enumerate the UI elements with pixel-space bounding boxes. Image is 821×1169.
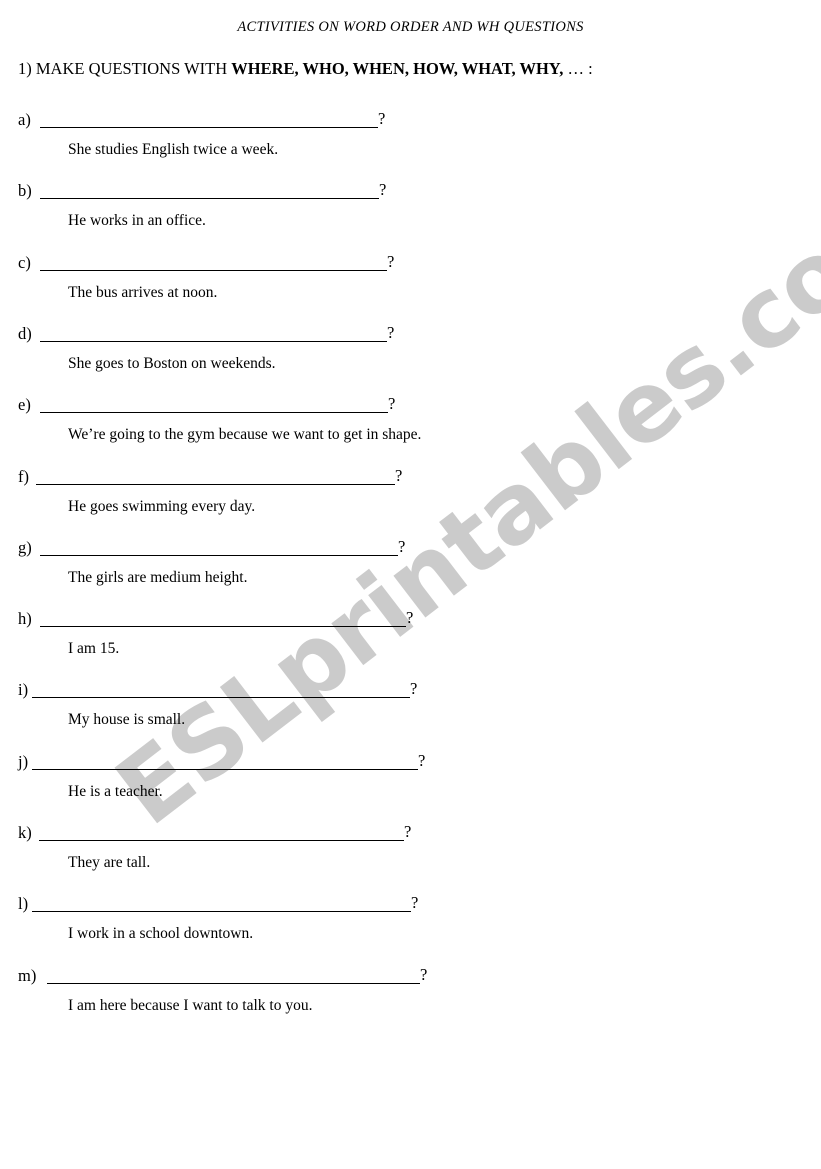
answer-blank-line[interactable] (32, 769, 418, 770)
answer-statement: He goes swimming every day. (68, 498, 256, 515)
question-label: i) (18, 680, 29, 699)
question-label: d) (18, 324, 32, 343)
question-mark: ? (418, 751, 426, 770)
answer-statement: We’re going to the gym because we want t… (68, 426, 422, 443)
answer-statement: My house is small. (68, 711, 186, 728)
question-label: f) (18, 467, 29, 486)
question-mark: ? (379, 180, 387, 199)
answer-statement: They are tall. (68, 854, 151, 871)
answer-statement: She goes to Boston on weekends. (68, 355, 276, 372)
question-label: l) (18, 894, 29, 913)
answer-statement: The girls are medium height. (68, 569, 248, 586)
answer-statement: I am here because I want to talk to you. (68, 997, 313, 1014)
answer-statement: I am 15. (68, 640, 120, 657)
answer-statement: The bus arrives at noon. (68, 284, 218, 301)
answer-blank-line[interactable] (36, 484, 395, 485)
question-label: k) (18, 823, 32, 842)
question-mark: ? (388, 394, 396, 413)
answer-blank-line[interactable] (40, 198, 379, 199)
answer-blank-line[interactable] (40, 127, 378, 128)
question-mark: ? (411, 893, 419, 912)
instruction-line: 1) MAKE QUESTIONS WITH WHERE, WHO, WHEN,… (18, 59, 593, 79)
answer-statement: He works in an office. (68, 212, 206, 229)
question-mark: ? (378, 109, 386, 128)
question-mark: ? (410, 679, 418, 698)
question-label: m) (18, 966, 37, 985)
answer-blank-line[interactable] (39, 840, 404, 841)
answer-blank-line[interactable] (40, 626, 406, 627)
question-label: e) (18, 395, 31, 414)
page-title: ACTIVITIES ON WORD ORDER AND WH QUESTION… (237, 19, 584, 35)
question-mark: ? (398, 537, 406, 556)
question-mark: ? (406, 608, 414, 627)
answer-blank-line[interactable] (32, 911, 411, 912)
instruction-wh-words: WHERE, WHO, WHEN, HOW, WHAT, WHY, (231, 59, 564, 78)
answer-blank-line[interactable] (40, 555, 398, 556)
question-mark: ? (395, 466, 403, 485)
answer-blank-line[interactable] (40, 270, 387, 271)
worksheet-page: ESLprintables.com ACTIVITIES ON WORD ORD… (0, 0, 821, 1169)
question-label: j) (18, 752, 29, 771)
answer-blank-line[interactable] (40, 412, 388, 413)
question-label: c) (18, 253, 31, 272)
question-label: b) (18, 181, 32, 200)
question-label: g) (18, 538, 32, 557)
answer-blank-line[interactable] (40, 341, 387, 342)
question-mark: ? (387, 252, 395, 271)
question-label: a) (18, 110, 31, 129)
answer-statement: He is a teacher. (68, 783, 163, 800)
question-mark: ? (420, 965, 428, 984)
question-mark: ? (404, 822, 412, 841)
question-mark: ? (387, 323, 395, 342)
answer-statement: I work in a school downtown. (68, 925, 254, 942)
instruction-lead: 1) MAKE QUESTIONS WITH (18, 59, 232, 78)
answer-statement: She studies English twice a week. (68, 141, 279, 158)
answer-blank-line[interactable] (32, 697, 410, 698)
instruction-tail: … : (563, 59, 593, 78)
question-label: h) (18, 609, 32, 628)
answer-blank-line[interactable] (47, 983, 420, 984)
